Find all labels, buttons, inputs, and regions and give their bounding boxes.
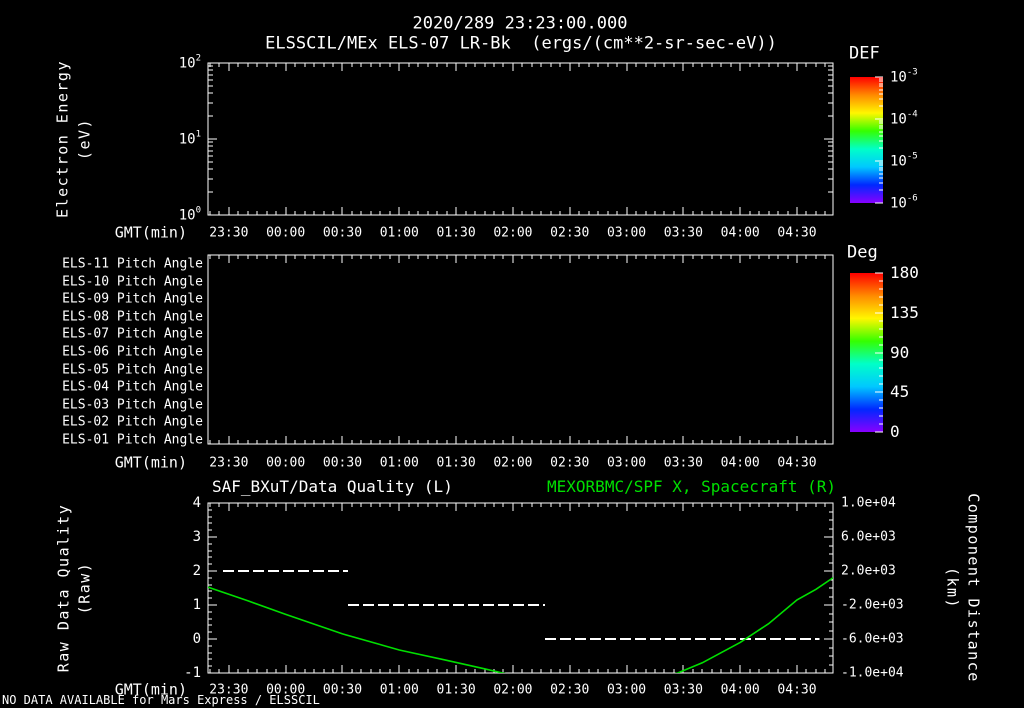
x-tick-label: 04:30 — [777, 455, 817, 471]
x-tick-label: 00:00 — [266, 682, 306, 698]
def-tick-label: 10-4 — [890, 109, 918, 128]
x-tick-label: 02:30 — [550, 455, 590, 471]
distance-tick-label: 1.0e+04 — [841, 495, 896, 511]
quality-axis-units-label: (Raw) — [75, 561, 94, 615]
x-tick-label: 04:00 — [720, 225, 760, 241]
x-tick-label: 00:30 — [322, 225, 363, 241]
colorbar-def-label: DEF — [849, 43, 880, 64]
x-tick-label: 23:30 — [209, 455, 249, 471]
x-tick-label: 02:30 — [550, 225, 590, 241]
quality-tick-label: -1 — [184, 665, 201, 681]
deg-tick-label: 135 — [890, 302, 919, 322]
x-tick-label: 04:00 — [720, 682, 760, 698]
distance-tick-label: -1.0e+04 — [841, 665, 904, 681]
energy-tick-label: 102 — [178, 53, 201, 72]
def-tick-label: 10-6 — [890, 193, 918, 212]
def-tick-label: 10-3 — [890, 67, 918, 86]
x-tick-label: 01:30 — [436, 682, 476, 698]
quality-axis-label: Raw Data Quality — [54, 503, 73, 673]
x-tick-label: 01:00 — [379, 682, 419, 698]
x-tick-label: 02:00 — [493, 225, 533, 241]
energy-axis-units-label: (eV) — [75, 117, 94, 161]
x-tick-label: 04:00 — [720, 455, 760, 471]
pitch-angle-panel-box — [207, 254, 834, 445]
x-tick-label: 00:30 — [322, 455, 363, 471]
energy-log-ticks — [208, 62, 833, 216]
distance-tick-label: 6.0e+03 — [841, 529, 896, 545]
quality-tick-label: 2 — [192, 563, 201, 579]
distance-axis-label: Component Distance — [964, 493, 983, 683]
x-tick-label: 03:00 — [606, 455, 647, 471]
distance-tick-label: -6.0e+03 — [841, 631, 904, 647]
spectrogram-panel-box — [207, 62, 834, 216]
x-tick-label: 03:30 — [663, 682, 703, 698]
pitch-angle-row-label: ELS-05 Pitch Angle — [62, 362, 203, 378]
pitch-angle-row-label: ELS-08 Pitch Angle — [62, 309, 203, 325]
x-tick-label: 00:00 — [266, 225, 306, 241]
quality-panel-title: SAF_BXuT/Data Quality (L) — [212, 477, 453, 496]
distance-tick-label: -2.0e+03 — [841, 597, 904, 613]
colorbar-deg-label: Deg — [847, 242, 878, 263]
x-tick-label: 02:00 — [493, 455, 533, 471]
x-tick-label: 01:00 — [379, 225, 419, 241]
deg-tick-label: 0 — [890, 422, 900, 441]
quality-tick-label: 4 — [192, 495, 201, 511]
x-tick-label: 04:30 — [777, 225, 817, 241]
pitch-angle-row-label: ELS-03 Pitch Angle — [62, 397, 203, 413]
x-tick-label: 02:00 — [493, 682, 533, 698]
energy-tick-label: 100 — [178, 205, 201, 224]
pitch-angle-row-label: ELS-09 Pitch Angle — [62, 291, 203, 307]
quality-series-group — [208, 570, 833, 673]
spacecraft-panel-title: MEXORBMC/SPF X, Spacecraft (R) — [547, 477, 836, 496]
pitch-angle-row-label: ELS-02 Pitch Angle — [62, 414, 203, 430]
pitch-angle-row-label: ELS-01 Pitch Angle — [62, 432, 203, 448]
def-colorbar — [850, 77, 883, 203]
pitch-angle-row-label: ELS-04 Pitch Angle — [62, 379, 203, 395]
pitch-angle-panel-axes — [207, 254, 834, 445]
def-colorbar-group — [850, 77, 883, 203]
x-tick-label: 01:30 — [436, 225, 476, 241]
quality-tick-label: 1 — [192, 597, 201, 613]
distance-tick-label: 2.0e+03 — [841, 563, 896, 579]
deg-tick-label: 180 — [890, 263, 919, 282]
x-tick-label: 01:30 — [436, 455, 476, 471]
distance-axis-units-label: (km) — [943, 566, 962, 610]
quality-panel-axes — [207, 502, 834, 674]
x-tick-label: 00:00 — [266, 455, 306, 471]
quality-tick-label: 3 — [192, 529, 201, 545]
gmt-axis-label-middle: GMT(min) — [114, 453, 187, 472]
x-tick-label: 03:30 — [663, 225, 703, 241]
gmt-axis-label-top: GMT(min) — [114, 223, 187, 242]
x-tick-label: 04:30 — [777, 682, 817, 698]
deg-tick-label: 45 — [890, 382, 910, 402]
page-title: 2020/289 23:23:00.000 — [412, 13, 628, 34]
deg-tick-label: 90 — [890, 342, 910, 362]
page-subtitle: ELSSCIL/MEx ELS-07 LR-Bk (ergs/(cm**2-sr… — [265, 33, 777, 54]
quality-panel-box — [207, 502, 834, 674]
pitch-angle-row-label: ELS-06 Pitch Angle — [62, 344, 203, 360]
pitch-angle-row-label: ELS-10 Pitch Angle — [62, 274, 203, 290]
energy-tick-label: 101 — [178, 129, 201, 148]
x-tick-label: 23:30 — [209, 225, 249, 241]
def-tick-label: 10-5 — [890, 151, 918, 170]
x-tick-label: 03:30 — [663, 455, 703, 471]
quality-tick-label: 0 — [192, 631, 201, 647]
pitch-angle-row-label: ELS-07 Pitch Angle — [62, 326, 203, 342]
x-tick-label: 02:30 — [550, 682, 590, 698]
spacecraft-x-curve — [208, 577, 833, 673]
x-tick-label: 23:30 — [209, 682, 249, 698]
x-tick-label: 00:30 — [322, 682, 363, 698]
energy-axis-label: Electron Energy — [53, 60, 72, 218]
x-tick-label: 01:00 — [379, 455, 419, 471]
pitch-angle-row-label: ELS-11 Pitch Angle — [62, 256, 203, 272]
spectrogram-panel-axes — [207, 62, 834, 216]
x-tick-label: 03:00 — [606, 225, 647, 241]
plot-window: 2020/289 23:23:00.000 ELSSCIL/MEx ELS-07… — [0, 0, 1024, 708]
x-tick-label: 03:00 — [606, 682, 647, 698]
quality-y-ticks — [208, 502, 833, 674]
